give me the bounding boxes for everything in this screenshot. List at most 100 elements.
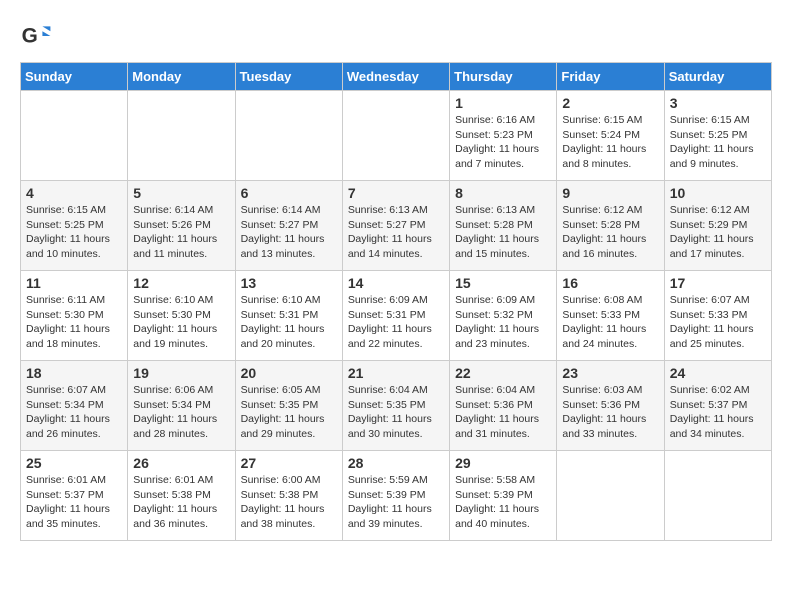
logo: G bbox=[20, 20, 56, 52]
day-info: Sunrise: 6:15 AM Sunset: 5:25 PM Dayligh… bbox=[26, 203, 122, 262]
day-number: 3 bbox=[670, 95, 766, 111]
calendar-cell bbox=[21, 91, 128, 181]
weekday-header: Monday bbox=[128, 63, 235, 91]
day-info: Sunrise: 6:13 AM Sunset: 5:27 PM Dayligh… bbox=[348, 203, 444, 262]
day-number: 1 bbox=[455, 95, 551, 111]
calendar-cell bbox=[664, 451, 771, 541]
calendar-cell: 20 Sunrise: 6:05 AM Sunset: 5:35 PM Dayli… bbox=[235, 361, 342, 451]
day-number: 22 bbox=[455, 365, 551, 381]
calendar-cell: 28 Sunrise: 5:59 AM Sunset: 5:39 PM Dayli… bbox=[342, 451, 449, 541]
day-number: 26 bbox=[133, 455, 229, 471]
calendar-week-row: 11Sunrise: 6:11 AM Sunset: 5:30 PM Dayli… bbox=[21, 271, 772, 361]
calendar-cell: 9 Sunrise: 6:12 AM Sunset: 5:28 PM Daylig… bbox=[557, 181, 664, 271]
calendar-cell: 17 Sunrise: 6:07 AM Sunset: 5:33 PM Dayli… bbox=[664, 271, 771, 361]
calendar-week-row: 25 Sunrise: 6:01 AM Sunset: 5:37 PM Dayli… bbox=[21, 451, 772, 541]
day-info: Sunrise: 6:14 AM Sunset: 5:27 PM Dayligh… bbox=[241, 203, 337, 262]
day-info: Sunrise: 6:04 AM Sunset: 5:36 PM Dayligh… bbox=[455, 383, 551, 442]
calendar-cell: 12Sunrise: 6:10 AM Sunset: 5:30 PM Dayli… bbox=[128, 271, 235, 361]
day-number: 20 bbox=[241, 365, 337, 381]
calendar-cell: 10 Sunrise: 6:12 AM Sunset: 5:29 PM Dayli… bbox=[664, 181, 771, 271]
day-info: Sunrise: 6:01 AM Sunset: 5:38 PM Dayligh… bbox=[133, 473, 229, 532]
day-info: Sunrise: 6:06 AM Sunset: 5:34 PM Dayligh… bbox=[133, 383, 229, 442]
day-info: Sunrise: 6:12 AM Sunset: 5:29 PM Dayligh… bbox=[670, 203, 766, 262]
day-number: 7 bbox=[348, 185, 444, 201]
day-number: 9 bbox=[562, 185, 658, 201]
day-number: 13 bbox=[241, 275, 337, 291]
day-info: Sunrise: 6:15 AM Sunset: 5:24 PM Dayligh… bbox=[562, 113, 658, 172]
day-info: Sunrise: 6:05 AM Sunset: 5:35 PM Dayligh… bbox=[241, 383, 337, 442]
calendar-cell: 8 Sunrise: 6:13 AM Sunset: 5:28 PM Daylig… bbox=[450, 181, 557, 271]
day-info: Sunrise: 6:03 AM Sunset: 5:36 PM Dayligh… bbox=[562, 383, 658, 442]
calendar-cell bbox=[557, 451, 664, 541]
calendar-cell: 14 Sunrise: 6:09 AM Sunset: 5:31 PM Dayli… bbox=[342, 271, 449, 361]
calendar-cell: 5 Sunrise: 6:14 AM Sunset: 5:26 PM Daylig… bbox=[128, 181, 235, 271]
day-number: 2 bbox=[562, 95, 658, 111]
day-number: 6 bbox=[241, 185, 337, 201]
day-info: Sunrise: 6:10 AM Sunset: 5:31 PM Dayligh… bbox=[241, 293, 337, 352]
day-info: Sunrise: 6:11 AM Sunset: 5:30 PM Dayligh… bbox=[26, 293, 122, 352]
calendar-cell bbox=[235, 91, 342, 181]
calendar-cell: 27 Sunrise: 6:00 AM Sunset: 5:38 PM Dayli… bbox=[235, 451, 342, 541]
day-info: Sunrise: 6:12 AM Sunset: 5:28 PM Dayligh… bbox=[562, 203, 658, 262]
calendar-week-row: 18 Sunrise: 6:07 AM Sunset: 5:34 PM Dayli… bbox=[21, 361, 772, 451]
calendar-cell: 26 Sunrise: 6:01 AM Sunset: 5:38 PM Dayli… bbox=[128, 451, 235, 541]
day-info: Sunrise: 6:10 AM Sunset: 5:30 PM Dayligh… bbox=[133, 293, 229, 352]
day-info: Sunrise: 6:00 AM Sunset: 5:38 PM Dayligh… bbox=[241, 473, 337, 532]
calendar-cell: 3Sunrise: 6:15 AM Sunset: 5:25 PM Daylig… bbox=[664, 91, 771, 181]
day-number: 17 bbox=[670, 275, 766, 291]
day-info: Sunrise: 6:04 AM Sunset: 5:35 PM Dayligh… bbox=[348, 383, 444, 442]
day-number: 8 bbox=[455, 185, 551, 201]
logo-icon: G bbox=[20, 20, 52, 52]
day-number: 18 bbox=[26, 365, 122, 381]
day-number: 23 bbox=[562, 365, 658, 381]
day-info: Sunrise: 6:16 AM Sunset: 5:23 PM Dayligh… bbox=[455, 113, 551, 172]
day-info: Sunrise: 5:59 AM Sunset: 5:39 PM Dayligh… bbox=[348, 473, 444, 532]
day-number: 28 bbox=[348, 455, 444, 471]
calendar-cell: 18 Sunrise: 6:07 AM Sunset: 5:34 PM Dayli… bbox=[21, 361, 128, 451]
calendar-header-row: SundayMondayTuesdayWednesdayThursdayFrid… bbox=[21, 63, 772, 91]
day-info: Sunrise: 5:58 AM Sunset: 5:39 PM Dayligh… bbox=[455, 473, 551, 532]
weekday-header: Tuesday bbox=[235, 63, 342, 91]
day-number: 27 bbox=[241, 455, 337, 471]
calendar-cell: 21 Sunrise: 6:04 AM Sunset: 5:35 PM Dayli… bbox=[342, 361, 449, 451]
day-info: Sunrise: 6:08 AM Sunset: 5:33 PM Dayligh… bbox=[562, 293, 658, 352]
day-info: Sunrise: 6:13 AM Sunset: 5:28 PM Dayligh… bbox=[455, 203, 551, 262]
calendar-table: SundayMondayTuesdayWednesdayThursdayFrid… bbox=[20, 62, 772, 541]
day-info: Sunrise: 6:14 AM Sunset: 5:26 PM Dayligh… bbox=[133, 203, 229, 262]
weekday-header: Wednesday bbox=[342, 63, 449, 91]
day-info: Sunrise: 6:09 AM Sunset: 5:31 PM Dayligh… bbox=[348, 293, 444, 352]
calendar-cell: 19 Sunrise: 6:06 AM Sunset: 5:34 PM Dayli… bbox=[128, 361, 235, 451]
day-info: Sunrise: 6:09 AM Sunset: 5:32 PM Dayligh… bbox=[455, 293, 551, 352]
day-number: 24 bbox=[670, 365, 766, 381]
weekday-header: Saturday bbox=[664, 63, 771, 91]
calendar-cell: 7 Sunrise: 6:13 AM Sunset: 5:27 PM Daylig… bbox=[342, 181, 449, 271]
day-number: 10 bbox=[670, 185, 766, 201]
calendar-cell: 1 Sunrise: 6:16 AM Sunset: 5:23 PM Daylig… bbox=[450, 91, 557, 181]
day-info: Sunrise: 6:02 AM Sunset: 5:37 PM Dayligh… bbox=[670, 383, 766, 442]
calendar-cell: 15 Sunrise: 6:09 AM Sunset: 5:32 PM Dayli… bbox=[450, 271, 557, 361]
calendar-cell bbox=[342, 91, 449, 181]
day-number: 14 bbox=[348, 275, 444, 291]
day-number: 5 bbox=[133, 185, 229, 201]
day-info: Sunrise: 6:07 AM Sunset: 5:34 PM Dayligh… bbox=[26, 383, 122, 442]
day-number: 16 bbox=[562, 275, 658, 291]
calendar-cell: 11Sunrise: 6:11 AM Sunset: 5:30 PM Dayli… bbox=[21, 271, 128, 361]
weekday-header: Friday bbox=[557, 63, 664, 91]
day-number: 19 bbox=[133, 365, 229, 381]
svg-text:G: G bbox=[22, 24, 38, 47]
calendar-cell: 6 Sunrise: 6:14 AM Sunset: 5:27 PM Daylig… bbox=[235, 181, 342, 271]
day-number: 15 bbox=[455, 275, 551, 291]
day-number: 25 bbox=[26, 455, 122, 471]
calendar-cell: 22 Sunrise: 6:04 AM Sunset: 5:36 PM Dayli… bbox=[450, 361, 557, 451]
day-number: 21 bbox=[348, 365, 444, 381]
day-info: Sunrise: 6:01 AM Sunset: 5:37 PM Dayligh… bbox=[26, 473, 122, 532]
day-number: 29 bbox=[455, 455, 551, 471]
calendar-cell: 13 Sunrise: 6:10 AM Sunset: 5:31 PM Dayli… bbox=[235, 271, 342, 361]
calendar-cell bbox=[128, 91, 235, 181]
weekday-header: Sunday bbox=[21, 63, 128, 91]
calendar-cell: 29 Sunrise: 5:58 AM Sunset: 5:39 PM Dayli… bbox=[450, 451, 557, 541]
day-info: Sunrise: 6:07 AM Sunset: 5:33 PM Dayligh… bbox=[670, 293, 766, 352]
calendar-cell: 24 Sunrise: 6:02 AM Sunset: 5:37 PM Dayli… bbox=[664, 361, 771, 451]
calendar-cell: 2 Sunrise: 6:15 AM Sunset: 5:24 PM Daylig… bbox=[557, 91, 664, 181]
day-number: 4 bbox=[26, 185, 122, 201]
